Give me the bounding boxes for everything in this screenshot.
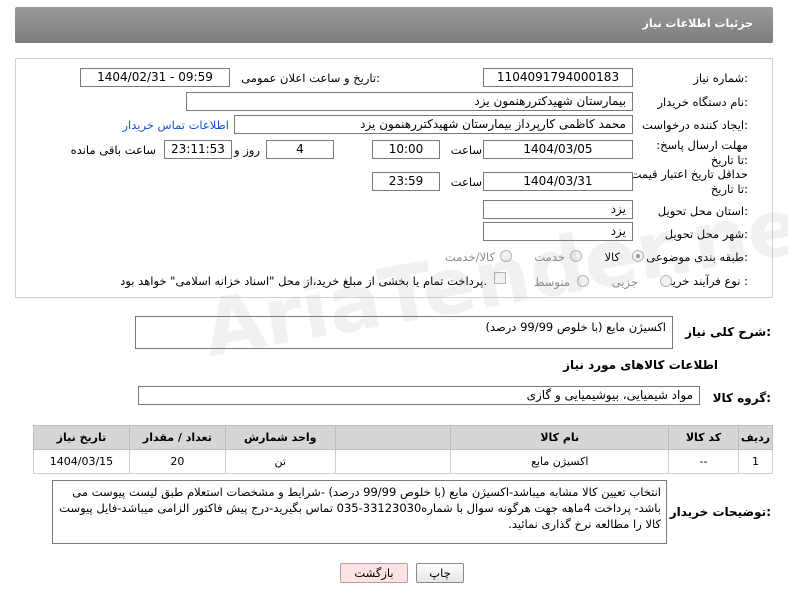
goods-group-label: گروه کالا: (712, 391, 771, 405)
category-label: طبقه بندی موضوعی: (646, 250, 748, 264)
goods-section-title: اطلاعات کالاهای مورد نیاز (563, 358, 718, 372)
category-option-service: خدمت (534, 250, 565, 264)
col-unit-code (334, 425, 452, 450)
treasury-payment-note: پرداخت تمام یا بخشی از مبلغ خرید،از محل … (120, 274, 487, 288)
cell-goods-code: -- (668, 449, 739, 474)
process-radio-medium[interactable] (577, 275, 589, 287)
col-goods-name: نام کالا (450, 425, 670, 450)
process-option-medium: متوسط (533, 275, 570, 289)
announce-date-label: تاریخ و ساعت اعلان عمومی: (241, 71, 380, 85)
cell-unit-code (334, 449, 452, 474)
category-radio-goods-service[interactable] (500, 250, 512, 262)
days-remaining-field: 4 (266, 140, 334, 159)
print-button[interactable]: چاپ (416, 563, 464, 583)
city-label: شهر محل تحویل: (664, 227, 748, 241)
creator-field: محمد کاظمی کارپرداز بیمارستان شهیدکتررهن… (234, 115, 633, 134)
deadline-date-field: 1404/03/05 (483, 140, 633, 159)
process-radio-minor[interactable] (660, 275, 672, 287)
announce-date-field: 1404/02/31 - 09:59 (80, 68, 230, 87)
buyer-org-field: بیمارستان شهیدکتررهنمون یزد (186, 92, 633, 111)
buyer-notes-line-1: انتخاب تعیین کالا مشابه میباشد-اکسیژن ما… (72, 485, 661, 499)
buyer-notes-label: توضیحات خریدار: (669, 505, 771, 519)
deadline-time-label: ساعت (450, 143, 482, 157)
col-quantity: تعداد / مقدار (128, 425, 226, 450)
page-header: جزئیات اطلاعات نیاز (15, 7, 773, 43)
days-label: روز و (234, 143, 260, 157)
creator-label: ایجاد کننده درخواست: (642, 118, 748, 132)
price-validity-time-field: 23:59 (372, 172, 440, 191)
cell-unit: تن (224, 449, 336, 474)
need-number-label: شماره نیاز: (693, 71, 748, 85)
cell-need-date: 1404/03/15 (33, 449, 130, 474)
col-goods-code: کد کالا (668, 425, 739, 450)
buyer-contact-link[interactable]: اطلاعات تماس خریدار (122, 118, 229, 132)
cell-row-number: 1 (737, 449, 774, 474)
cell-quantity: 20 (128, 449, 226, 474)
col-row: ردیف (737, 425, 774, 450)
deadline-label: مهلت ارسال پاسخ: تا تاریخ: (656, 138, 748, 167)
time-remaining-label: ساعت باقی مانده (70, 143, 156, 157)
treasury-payment-checkbox[interactable] (494, 272, 506, 284)
buyer-notes-line-3: کالا را مطالعه نرخ گذاری نمائید. (508, 517, 661, 531)
category-radio-goods[interactable] (632, 250, 644, 262)
need-description-field: اکسیژن مایع (با خلوص 99/99 درصد) (135, 316, 673, 349)
category-option-goods: کالا (604, 250, 620, 264)
col-unit: واحد شمارش (224, 425, 336, 450)
process-option-minor: جزیی (611, 275, 638, 289)
col-need-date: تاریخ نیاز (33, 425, 130, 450)
price-validity-date-field: 1404/03/31 (483, 172, 633, 191)
category-option-goods-service: کالا/خدمت (444, 250, 495, 264)
buyer-org-label: نام دستگاه خریدار: (657, 95, 748, 109)
province-field: یزد (483, 200, 633, 219)
goods-group-field: مواد شیمیایی، بیوشیمیایی و گازی (138, 386, 700, 405)
deadline-time-field: 10:00 (372, 140, 440, 159)
table-row: 1404/03/15 20 تن اکسیژن مایع -- 1 (33, 449, 774, 474)
buyer-notes-line-2: باشد- پرداخت 4ماهه جهت هرگونه سوال با شم… (59, 501, 661, 515)
page-title: جزئیات اطلاعات نیاز (642, 17, 754, 30)
need-description-label: شرح کلی نیاز: (685, 325, 771, 339)
buyer-notes-field: انتخاب تعیین کالا مشابه میباشد-اکسیژن ما… (52, 480, 667, 544)
need-number-field: 1104091794000183 (483, 68, 633, 87)
price-validity-time-label: ساعت (450, 175, 482, 189)
province-label: استان محل تحویل: (657, 204, 748, 218)
price-validity-label: حداقل تاریخ اعتبار قیمت: تا تاریخ: (626, 167, 748, 196)
goods-table: تاریخ نیاز تعداد / مقدار واحد شمارش نام … (33, 425, 774, 474)
category-radio-service[interactable] (570, 250, 582, 262)
back-button[interactable]: بازگشت (340, 563, 408, 583)
process-type-label: نوع فرآیند خرید : (666, 274, 748, 288)
city-field: یزد (483, 222, 633, 241)
time-remaining-field: 23:11:53 (164, 140, 232, 159)
cell-goods-name: اکسیژن مایع (450, 449, 670, 474)
